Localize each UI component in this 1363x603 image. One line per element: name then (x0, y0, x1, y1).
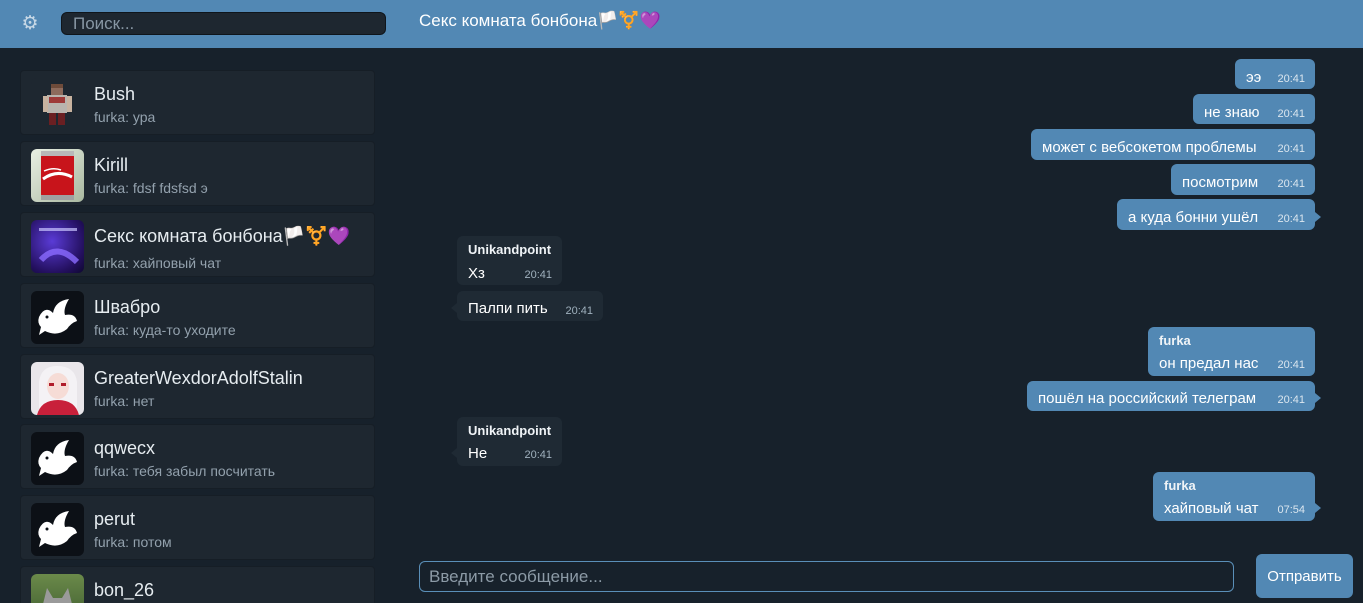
dialog-item[interactable]: Секс комната бонбона🏳️⚧️💜 furka: хайповы… (20, 212, 375, 277)
avatar (31, 78, 84, 131)
message-text: не знаю (1204, 104, 1260, 121)
bubble-tail (451, 448, 457, 458)
dialog-last-message: furka: куда-то уходите (94, 322, 236, 338)
gear-icon[interactable]: ⚙ (19, 13, 41, 35)
message-time: 07:54 (1277, 504, 1305, 516)
message-text: ээ (1246, 69, 1262, 86)
message-author: furka (1159, 333, 1191, 348)
message-bubble[interactable]: furka он предал нас 20:41 (1148, 327, 1315, 376)
dialog-item[interactable]: GreaterWexdorAdolfStalin furka: нет (20, 354, 375, 419)
dialog-list: Bush furka: ура Kirill furka: fdsf fdsfs… (0, 48, 396, 603)
message-bubble[interactable]: а куда бонни ушёл 20:41 (1117, 199, 1321, 230)
dialog-item[interactable]: bon_26 (20, 566, 375, 603)
message-bubble[interactable]: не знаю 20:41 (1193, 94, 1315, 124)
message-text: он предал нас (1159, 355, 1259, 372)
send-button[interactable]: Отправить (1256, 554, 1353, 598)
dialog-item[interactable]: Bush furka: ура (20, 70, 375, 135)
dialog-last-message: furka: ура (94, 109, 156, 125)
message-author: Unikandpoint (468, 242, 552, 257)
chat-title: Секс комната бонбона🏳️⚧️💜 (419, 11, 661, 30)
message-bubble[interactable]: может с вебсокетом проблемы 20:41 (1031, 129, 1315, 160)
dialog-name: GreaterWexdorAdolfStalin (94, 368, 303, 388)
dialog-name: qqwecx (94, 438, 156, 458)
top-bar: ⚙ Секс комната бонбона🏳️⚧️💜 (0, 0, 1363, 48)
message-time: 20:41 (1277, 394, 1305, 406)
avatar (31, 220, 84, 273)
message-time: 20:41 (524, 269, 552, 281)
message-time: 20:41 (1277, 143, 1305, 155)
dialog-name: Швабро (94, 297, 161, 317)
message-time: 20:41 (524, 449, 552, 461)
message-text: а куда бонни ушёл (1128, 209, 1259, 226)
message-bubble[interactable]: Unikandpoint Хз 20:41 (457, 236, 562, 285)
dialog-name: bon_26 (94, 580, 155, 600)
message-bubble[interactable]: ээ 20:41 (1235, 59, 1315, 89)
search-input[interactable] (61, 12, 386, 35)
message-text: посмотрим (1182, 174, 1259, 191)
dialog-name: perut (94, 509, 136, 529)
bubble-tail (1315, 393, 1321, 403)
message-bubble[interactable]: furka хайповый чат 07:54 (1153, 472, 1321, 521)
message-bubble[interactable]: посмотрим 20:41 (1171, 164, 1315, 195)
dialog-last-message: furka: fdsf fdsfsd э (94, 180, 208, 196)
dialog-name: Kirill (94, 155, 128, 175)
message-time: 20:41 (1277, 359, 1305, 371)
avatar (31, 149, 84, 202)
message-text: Хз (468, 265, 485, 282)
message-time: 20:41 (1277, 178, 1305, 190)
message-time: 20:41 (1277, 213, 1305, 225)
message-text: хайповый чат (1164, 500, 1259, 517)
dialog-item[interactable]: Kirill furka: fdsf fdsfsd э (20, 141, 375, 206)
message-time: 20:41 (1277, 108, 1305, 120)
bubble-tail (451, 303, 457, 313)
message-text: Не (468, 445, 488, 462)
dove-icon (31, 291, 84, 344)
message-bubble[interactable]: Unikandpoint Не 20:41 (451, 417, 562, 466)
bubble-tail (1315, 503, 1321, 513)
message-text: пошёл на российский телеграм (1038, 390, 1257, 407)
message-text: Палпи пить (468, 300, 548, 317)
message-bubble[interactable]: Палпи пить 20:41 (451, 291, 603, 321)
dialog-name: Bush (94, 84, 136, 104)
message-time: 20:41 (1277, 73, 1305, 85)
avatar (31, 362, 84, 415)
message-author: Unikandpoint (468, 423, 552, 438)
dove-icon (31, 503, 84, 556)
dialog-item[interactable]: perut furka: потом (20, 495, 375, 560)
bubble-tail (1315, 212, 1321, 222)
dialog-last-message: furka: потом (94, 534, 172, 550)
message-input[interactable] (419, 561, 1234, 592)
dialog-name: Секс комната бонбона🏳️⚧️💜 (94, 226, 350, 246)
avatar (31, 574, 84, 603)
dialog-item[interactable]: Швабро furka: куда-то уходите (20, 283, 375, 348)
message-bubble[interactable]: пошёл на российский телеграм 20:41 (1027, 381, 1321, 411)
message-time: 20:41 (565, 305, 593, 317)
dove-icon (31, 432, 84, 485)
dialog-last-message: furka: хайповый чат (94, 255, 222, 271)
dialog-last-message: furka: тебя забыл посчитать (94, 463, 276, 479)
dialog-item[interactable]: qqwecx furka: тебя забыл посчитать (20, 424, 375, 489)
dialog-last-message: furka: нет (94, 393, 155, 409)
message-author: furka (1164, 478, 1196, 493)
message-text: может с вебсокетом проблемы (1042, 139, 1257, 156)
